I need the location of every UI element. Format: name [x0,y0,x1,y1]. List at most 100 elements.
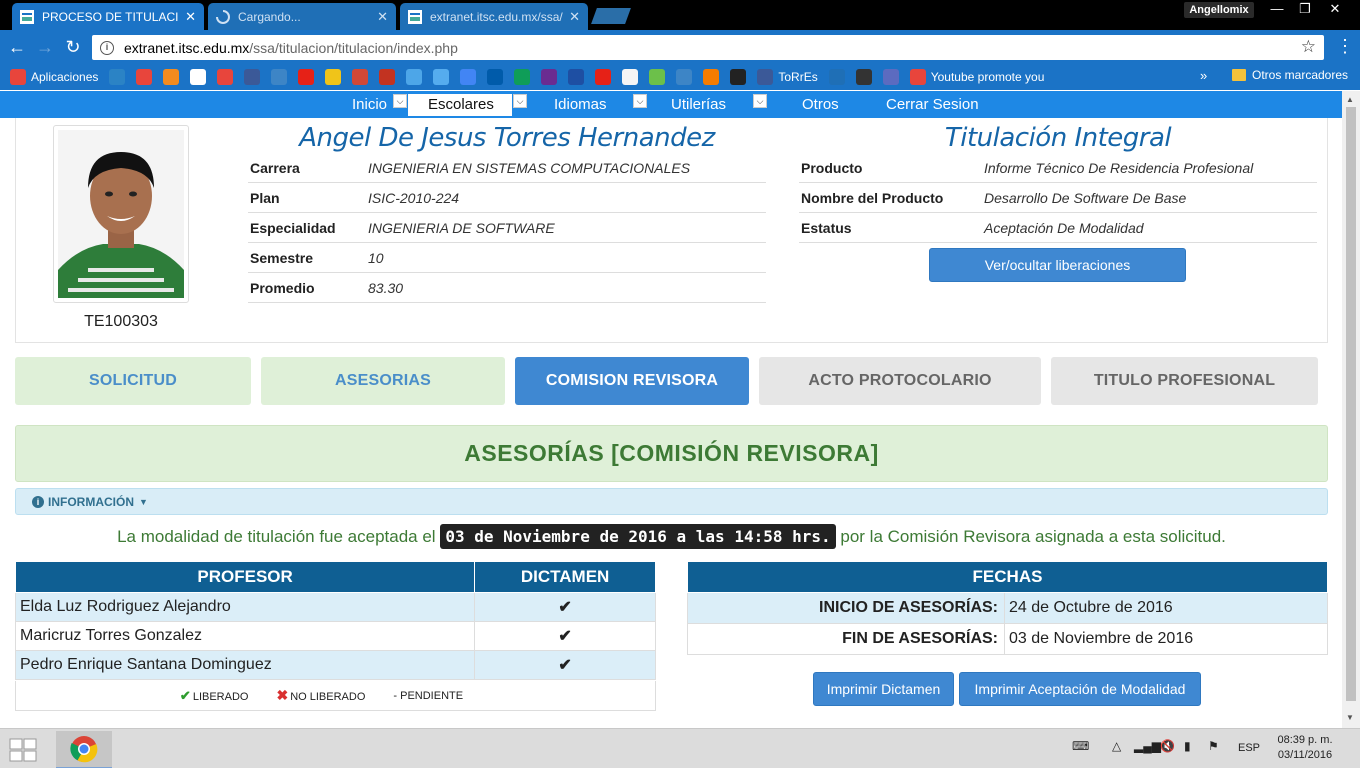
professors-table: PROFESOR DICTAMEN Elda Luz Rodriguez Ale… [14,561,656,680]
message-after: por la Comisión Revisora asignada a esta… [840,527,1226,546]
bookmark-item[interactable] [487,69,504,85]
bookmark-item[interactable] [190,69,207,85]
battery-icon[interactable]: ▮ [1184,739,1191,753]
bookmark-item[interactable] [855,69,872,85]
tab-loading[interactable]: Cargando... ✕ [208,3,396,30]
bookmark-item[interactable] [460,69,477,85]
print-acceptance-button[interactable]: Imprimir Aceptación de Modalidad [959,672,1201,706]
other-bookmarks-folder[interactable]: Otros marcadores [1232,68,1348,82]
bookmark-favicon-icon [379,69,396,85]
new-tab-button[interactable] [591,8,631,24]
information-toggle[interactable]: i INFORMACIÓN ▼ [15,488,1328,515]
stage-comision-revisora[interactable]: COMISION REVISORA [515,357,749,405]
bookmark-item[interactable] [406,69,423,85]
tab-titulacion[interactable]: PROCESO DE TITULACIÓ ✕ [12,3,204,30]
bookmark-item[interactable] [649,69,666,85]
bookmark-item[interactable]: Youtube promote you [909,69,1044,85]
volume-muted-icon[interactable]: 🔇 [1160,739,1175,753]
bookmark-item[interactable] [136,69,153,85]
chrome-taskbar-button[interactable] [56,731,112,768]
bookmark-item[interactable] [828,69,845,85]
print-dictamen-button[interactable]: Imprimir Dictamen [813,672,954,706]
close-tab-icon[interactable]: ✕ [569,9,580,25]
bookmark-item[interactable] [163,69,180,85]
detail-label: Promedio [250,279,315,296]
bookmark-item[interactable] [109,69,126,85]
bookmark-item[interactable] [595,69,612,85]
restore-icon[interactable]: ❐ [1290,0,1320,18]
show-hidden-icons-icon[interactable]: △ [1112,739,1121,753]
keyboard-icon[interactable]: ⌨ [1072,739,1089,753]
bookmark-item[interactable] [271,69,288,85]
bookmark-item[interactable] [217,69,234,85]
detail-row-semestre: Semestre 10 [248,243,766,273]
tab-extranet[interactable]: extranet.itsc.edu.mx/ssa/ ✕ [400,3,588,30]
close-window-icon[interactable]: ✕ [1320,0,1350,18]
bookmark-item[interactable] [730,69,747,85]
bookmark-item[interactable]: Aplicaciones [10,69,98,85]
stage-titulo-profesional[interactable]: TITULO PROFESIONAL [1051,357,1318,405]
bookmark-item[interactable] [568,69,585,85]
nav-idiomas[interactable]: Idiomas [554,96,607,113]
chevron-down-icon[interactable]: ⌵ [633,94,647,108]
browser-menu-icon[interactable]: ⋮ [1336,36,1354,57]
nav-cerrar-sesion[interactable]: Cerrar Sesion [886,96,979,113]
action-center-flag-icon[interactable]: ⚑ [1208,739,1219,753]
loading-spinner-icon [216,9,230,24]
bookmark-item[interactable] [352,69,369,85]
stage-asesorias[interactable]: ASESORIAS [261,357,505,405]
forward-icon[interactable]: → [34,36,56,58]
bookmark-item[interactable] [433,69,450,85]
bookmark-label: Aplicaciones [31,70,99,84]
windows-start-icon[interactable] [8,737,38,763]
page-scrollbar[interactable]: ▲ ▼ [1342,91,1360,728]
bookmark-item[interactable] [298,69,315,85]
close-tab-icon[interactable]: ✕ [185,9,196,25]
toggle-liberaciones-button[interactable]: Ver/ocultar liberaciones [929,248,1186,282]
chevron-down-icon[interactable]: ⌵ [393,94,407,108]
scroll-up-icon[interactable]: ▲ [1346,95,1354,104]
bookmark-item[interactable] [882,69,899,85]
bookmark-item[interactable] [703,69,720,85]
system-clock[interactable]: 08:39 p. m. 03/11/2016 [1272,733,1338,763]
titulacion-row-estatus: Estatus Aceptación De Modalidad [799,213,1317,243]
scroll-down-icon[interactable]: ▼ [1346,713,1354,722]
stage-acto-protocolario[interactable]: ACTO PROTOCOLARIO [759,357,1041,405]
header-fechas: FECHAS [687,561,1328,593]
bookmark-favicon-icon [882,69,899,85]
bookmarks-overflow-icon[interactable]: » [1200,68,1207,83]
nav-inicio[interactable]: Inicio [352,96,387,113]
professor-name: Maricruz Torres Gonzalez [14,621,476,651]
back-icon[interactable]: ← [6,36,28,58]
nav-escolares[interactable]: Escolares [408,94,512,116]
table-row: Maricruz Torres Gonzalez ✔ [14,621,656,651]
minimize-icon[interactable]: — [1262,0,1292,18]
address-bar[interactable]: i extranet.itsc.edu.mx/ssa/titulacion/ti… [92,35,1324,60]
stage-solicitud[interactable]: SOLICITUD [15,357,251,405]
nav-otros[interactable]: Otros [802,96,839,113]
bookmark-star-icon[interactable]: ☆ [1301,37,1316,57]
status-legend: ✔ LIBERADO ✖ NO LIBERADO - PENDIENTE [15,681,656,711]
detail-label: Nombre del Producto [801,189,944,206]
reload-icon[interactable]: ↻ [62,36,84,58]
nav-utilerias[interactable]: Utilerías [671,96,726,113]
chevron-down-icon[interactable]: ⌵ [513,94,527,108]
cross-icon: ✖ [276,687,289,703]
language-indicator[interactable]: ESP [1238,742,1260,754]
chevron-down-icon[interactable]: ⌵ [753,94,767,108]
bookmark-item[interactable] [622,69,639,85]
bookmark-item[interactable]: ToRrEs [757,69,818,85]
bookmark-item[interactable] [541,69,558,85]
bookmark-item[interactable] [514,69,531,85]
profile-button[interactable]: Angellomix [1184,2,1254,18]
close-tab-icon[interactable]: ✕ [377,9,388,25]
info-icon[interactable]: i [100,40,114,55]
bookmark-item[interactable] [676,69,693,85]
bookmark-item[interactable] [244,69,261,85]
detail-label: Especialidad [250,219,336,236]
network-icon[interactable]: ▂▄▆ [1134,739,1161,753]
detail-label: Producto [801,159,863,176]
scrollbar-thumb[interactable] [1346,107,1356,701]
bookmark-item[interactable] [379,69,396,85]
bookmark-item[interactable] [325,69,342,85]
